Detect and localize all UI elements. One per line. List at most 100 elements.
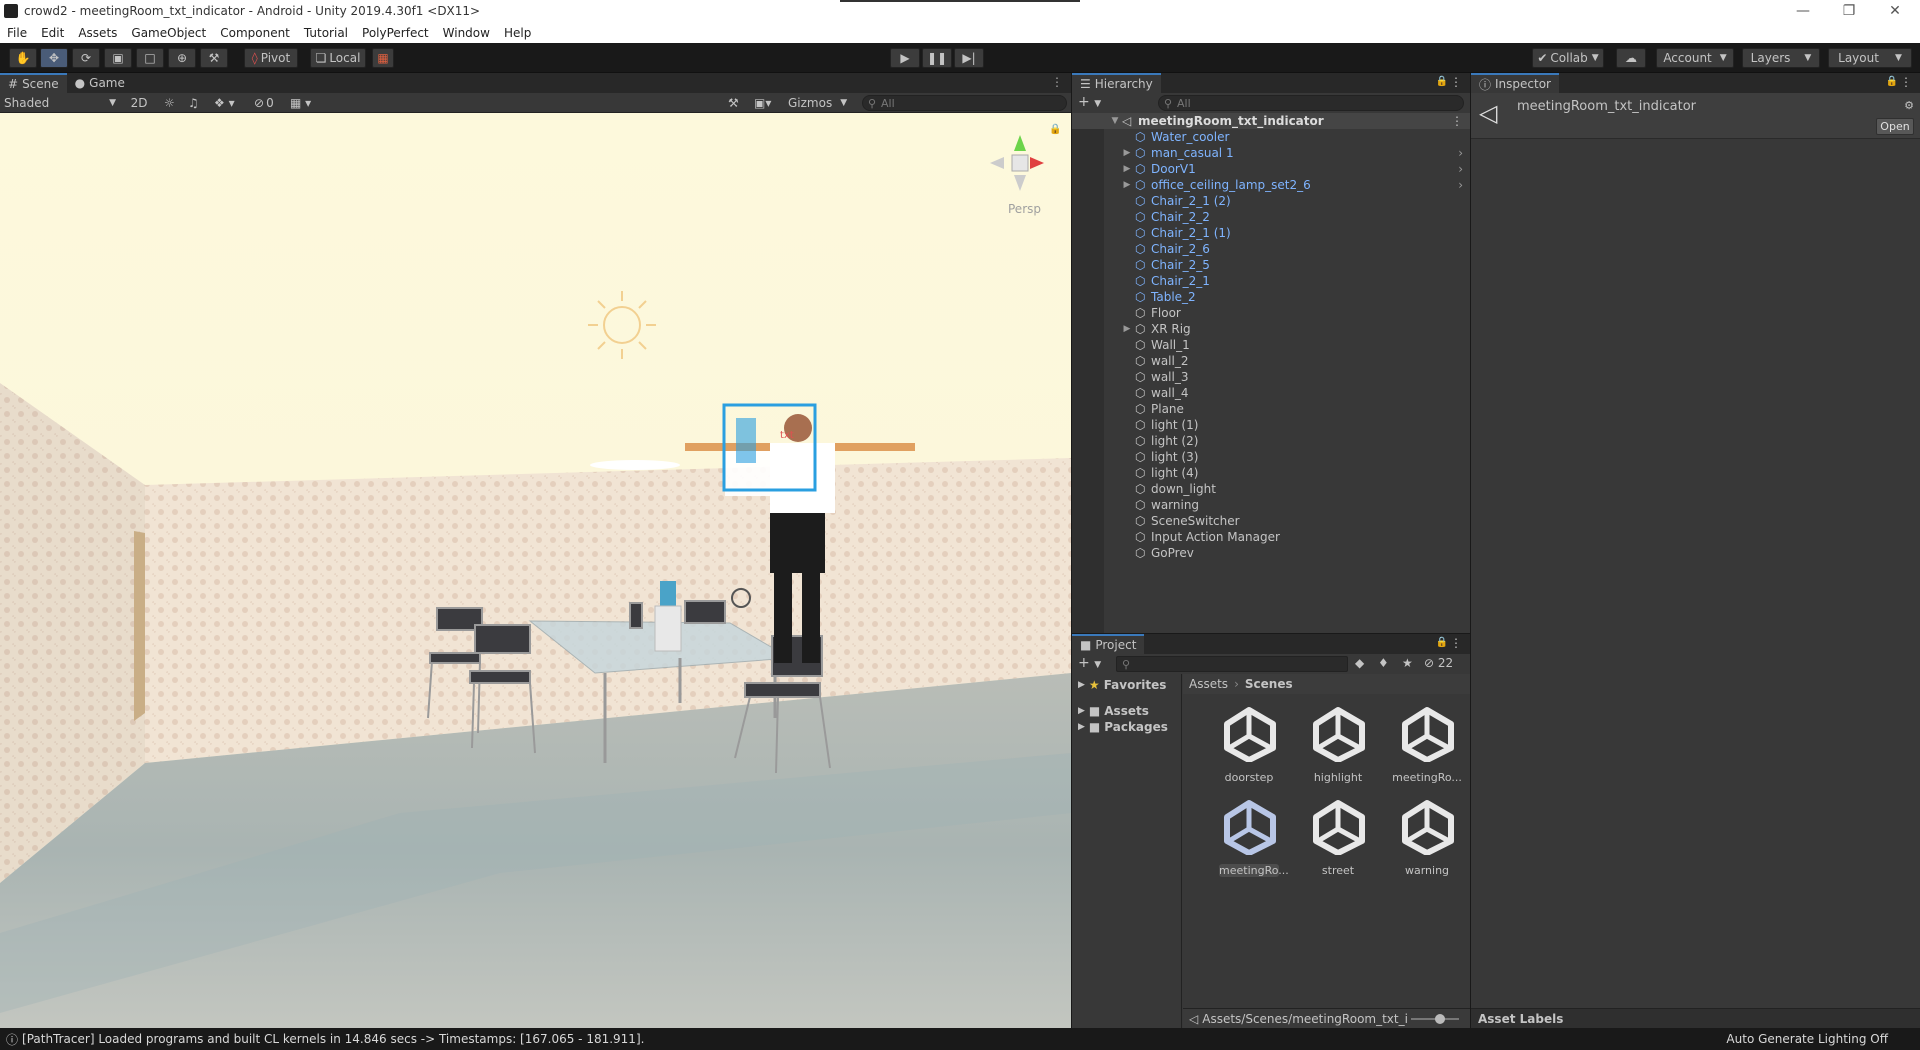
menu-window[interactable]: Window	[436, 26, 497, 40]
restore-icon[interactable]: ❐	[1826, 0, 1872, 22]
filter-by-type-icon[interactable]: ◆	[1355, 656, 1364, 670]
hidden-packages-toggle[interactable]: ⊘ 22	[1424, 656, 1453, 670]
menu-tutorial[interactable]: Tutorial	[297, 26, 355, 40]
expand-right-icon[interactable]: ▶	[1122, 180, 1132, 190]
hierarchy-root-row[interactable]: ▼ ◁ meetingRoom_txt_indicator ⋮	[1072, 113, 1471, 129]
lock-icon[interactable]: 🔒	[1436, 76, 1448, 87]
pivot-toggle[interactable]: ◊ Pivot	[244, 48, 298, 68]
hierarchy-item[interactable]: ⬡ Wall_1	[1072, 337, 1471, 353]
hierarchy-item[interactable]: ⬡ warning	[1072, 497, 1471, 513]
expand-right-icon[interactable]: ▶	[1122, 148, 1132, 158]
lock-icon[interactable]: 🔒	[1886, 76, 1898, 87]
chevron-right-icon[interactable]: ›	[1458, 162, 1463, 176]
rotate-tool-icon[interactable]: ⟳	[72, 48, 100, 68]
hierarchy-item[interactable]: ▶ ⬡ office_ceiling_lamp_set2_6 ›	[1072, 177, 1471, 193]
tab-game[interactable]: ● Game	[67, 73, 133, 93]
move-tool-icon[interactable]: ✥	[40, 48, 68, 68]
hierarchy-item[interactable]: ⬡ Chair_2_1 (1)	[1072, 225, 1471, 241]
hierarchy-item[interactable]: ⬡ Water_cooler	[1072, 129, 1471, 145]
hierarchy-item[interactable]: ⬡ Chair_2_5	[1072, 257, 1471, 273]
console-message[interactable]: [PathTracer] Loaded programs and built C…	[22, 1032, 644, 1046]
chevron-right-icon[interactable]: ›	[1458, 146, 1463, 160]
packages-folder-row[interactable]: ▶ ■ Packages	[1078, 720, 1168, 734]
kebab-menu-icon[interactable]: ⋮	[1450, 75, 1462, 89]
grid-snap-icon[interactable]: ▦	[372, 48, 394, 68]
menu-component[interactable]: Component	[213, 26, 297, 40]
custom-tool-icon[interactable]: ⚒	[200, 48, 228, 68]
hierarchy-item[interactable]: ⬡ Input Action Manager	[1072, 529, 1471, 545]
menu-edit[interactable]: Edit	[34, 26, 71, 40]
menu-help[interactable]: Help	[497, 26, 538, 40]
scene-asset-tile[interactable]: meetingRo...	[1209, 799, 1289, 877]
collab-dropdown[interactable]: ✔ Collab ▼	[1532, 48, 1604, 68]
cloud-button[interactable]: ☁	[1616, 48, 1646, 68]
hidden-objects-toggle[interactable]: ⊘ 0	[254, 95, 284, 111]
local-toggle[interactable]: ❏ Local	[310, 48, 366, 68]
scene-asset-tile[interactable]: doorstep	[1209, 706, 1289, 784]
open-button[interactable]: Open	[1876, 118, 1914, 135]
expand-right-icon[interactable]: ▶	[1122, 324, 1132, 334]
scene-asset-tile[interactable]: street	[1298, 799, 1378, 877]
create-plus-icon[interactable]: + ▼	[1078, 655, 1101, 671]
hierarchy-item[interactable]: ⬡ Plane	[1072, 401, 1471, 417]
menu-polyperfect[interactable]: PolyPerfect	[355, 26, 436, 40]
breadcrumb-assets[interactable]: Assets	[1189, 677, 1228, 691]
tab-scene[interactable]: # Scene	[0, 73, 67, 93]
transform-tool-icon[interactable]: ⊕	[168, 48, 196, 68]
audio-toggle-icon[interactable]: ♫	[188, 95, 204, 111]
scene-search-input[interactable]: ⚲ All	[862, 95, 1067, 111]
rect-tool-icon[interactable]: □	[136, 48, 164, 68]
hierarchy-item[interactable]: ⬡ SceneSwitcher	[1072, 513, 1471, 529]
gizmos-dropdown[interactable]: Gizmos ▼	[788, 95, 856, 111]
project-search-input[interactable]: ⚲	[1116, 656, 1348, 672]
hierarchy-item[interactable]: ⬡ wall_2	[1072, 353, 1471, 369]
shading-mode-dropdown[interactable]: Shaded ▼	[4, 95, 120, 111]
menu-assets[interactable]: Assets	[71, 26, 124, 40]
expand-down-icon[interactable]: ▼	[1110, 116, 1120, 126]
scene-asset-tile[interactable]: warning	[1387, 799, 1467, 877]
camera-dropdown-icon[interactable]: ▣▾	[754, 95, 782, 111]
breadcrumb-scenes[interactable]: Scenes	[1245, 677, 1293, 691]
hierarchy-item[interactable]: ⬡ Chair_2_1 (2)	[1072, 193, 1471, 209]
hierarchy-item[interactable]: ⬡ Chair_2_2	[1072, 209, 1471, 225]
close-icon[interactable]: ✕	[1872, 0, 1918, 22]
hierarchy-item[interactable]: ⬡ light (3)	[1072, 449, 1471, 465]
filter-by-label-icon[interactable]: ♦	[1378, 656, 1389, 670]
hierarchy-item[interactable]: ⬡ GoPrev	[1072, 545, 1471, 561]
lighting-toggle-icon[interactable]: ☼	[164, 95, 180, 111]
hierarchy-item[interactable]: ⬡ Chair_2_6	[1072, 241, 1471, 257]
hierarchy-item[interactable]: ⬡ light (4)	[1072, 465, 1471, 481]
hierarchy-item[interactable]: ⬡ down_light	[1072, 481, 1471, 497]
settings-gear-icon[interactable]: ⚙	[1904, 99, 1914, 112]
hierarchy-search-input[interactable]: ⚲ All	[1158, 95, 1464, 111]
tab-project[interactable]: ■ Project	[1072, 634, 1145, 654]
assets-folder-row[interactable]: ▶ ■ Assets	[1078, 704, 1149, 718]
hierarchy-item[interactable]: ▶ ⬡ XR Rig	[1072, 321, 1471, 337]
layout-dropdown[interactable]: Layout ▼	[1828, 48, 1912, 68]
hierarchy-item[interactable]: ▶ ⬡ DoorV1 ›	[1072, 161, 1471, 177]
chevron-right-icon[interactable]: ›	[1458, 178, 1463, 192]
hierarchy-item[interactable]: ⬡ light (2)	[1072, 433, 1471, 449]
scene-viewport[interactable]: txt Persp 🔒	[0, 113, 1071, 1028]
hierarchy-item[interactable]: ⬡ Floor	[1072, 305, 1471, 321]
effects-dropdown-icon[interactable]: ❖ ▾	[214, 95, 244, 111]
2d-toggle[interactable]: 2D	[128, 95, 150, 111]
kebab-menu-icon[interactable]: ⋮	[1451, 114, 1463, 128]
account-dropdown[interactable]: Account ▼	[1656, 48, 1734, 68]
hierarchy-item[interactable]: ⬡ Table_2	[1072, 289, 1471, 305]
create-plus-icon[interactable]: + ▼	[1078, 94, 1101, 110]
expand-right-icon[interactable]: ▶	[1122, 164, 1132, 174]
tab-inspector[interactable]: ⓘ Inspector	[1471, 73, 1559, 93]
tab-hierarchy[interactable]: ☰ Hierarchy	[1072, 73, 1161, 93]
hierarchy-item[interactable]: ⬡ Chair_2_1	[1072, 273, 1471, 289]
menu-file[interactable]: File	[0, 26, 34, 40]
scene-asset-tile[interactable]: meetingRo...	[1387, 706, 1467, 784]
hierarchy-item[interactable]: ⬡ wall_4	[1072, 385, 1471, 401]
hand-tool-icon[interactable]: ✋	[9, 48, 37, 68]
scene-asset-tile[interactable]: highlight	[1298, 706, 1378, 784]
tools-icon[interactable]: ⚒	[728, 95, 744, 111]
pause-button[interactable]: ❚❚	[922, 48, 952, 68]
layers-dropdown[interactable]: Layers ▼	[1742, 48, 1820, 68]
menu-gameobject[interactable]: GameObject	[124, 26, 213, 40]
step-button[interactable]: ▶|	[954, 48, 984, 68]
